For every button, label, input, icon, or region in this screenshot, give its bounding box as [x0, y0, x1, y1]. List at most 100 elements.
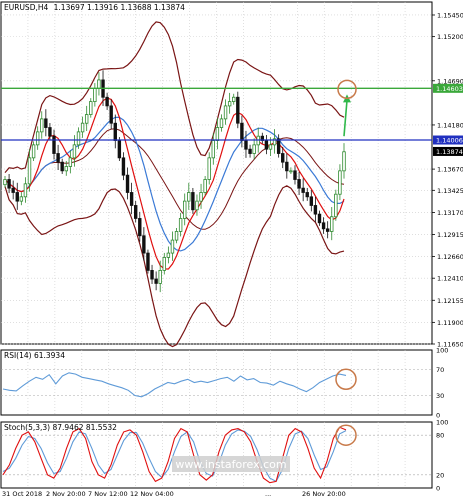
candle-body	[56, 153, 60, 163]
y-tick-label: 1.15200	[437, 33, 463, 41]
candle-body	[240, 122, 244, 141]
candle-body	[84, 114, 89, 124]
candle-body	[35, 131, 40, 146]
candle-body	[276, 138, 281, 154]
price-label-text: 1.14603	[436, 85, 463, 93]
candle-body	[207, 157, 211, 180]
candle-body	[309, 196, 314, 206]
candle-body	[40, 118, 44, 133]
y-tick-label: 1.12660	[437, 253, 463, 261]
x-tick-label: 7 Nov 12:00	[88, 490, 128, 498]
svg-text:www.instaforex.com: www.instaforex.com	[175, 458, 286, 471]
y-tick-label: 1.13170	[437, 209, 463, 217]
rsi-tick-label: 30	[436, 392, 444, 400]
candle-body	[297, 179, 301, 189]
candle-body	[60, 161, 64, 172]
candle-body	[232, 96, 236, 102]
candle-body	[44, 118, 48, 128]
x-tick-label: 31 Oct 2018	[2, 490, 42, 498]
candle-body	[7, 179, 11, 189]
candle-body	[174, 231, 179, 241]
candle-body	[72, 144, 77, 159]
x-tick-label: ...	[265, 490, 271, 498]
candle-body	[27, 157, 32, 185]
candle-body	[211, 140, 216, 159]
y-tick-label: 1.15450	[437, 11, 463, 19]
rsi-tick-label: 70	[436, 366, 444, 374]
candle-body	[93, 88, 97, 102]
candle-body	[138, 218, 142, 237]
main-chart: 1.154501.152001.146901.141801.136701.134…	[0, 0, 463, 500]
candle-body	[3, 179, 7, 186]
x-tick-label: 26 Nov 20:00	[302, 490, 346, 498]
candle-body	[154, 278, 158, 284]
price-label-text: 1.13874	[436, 148, 463, 156]
candle-body	[342, 151, 346, 172]
stoch-tick-label: 20	[436, 471, 444, 479]
candle-body	[338, 170, 342, 195]
candle-body	[248, 148, 252, 154]
candle-body	[121, 157, 126, 176]
y-tick-label: 1.11900	[437, 319, 463, 327]
candle-body	[170, 239, 175, 254]
candle-body	[109, 105, 113, 124]
candle-body	[203, 179, 207, 193]
candle-body	[19, 196, 24, 202]
candle-body	[281, 153, 285, 163]
y-tick-label: 1.13425	[437, 187, 463, 195]
stoch-tick-label: 0	[436, 485, 440, 493]
watermark: www.instaforex.com	[172, 456, 290, 472]
candle-body	[223, 105, 228, 120]
candle-body	[15, 192, 19, 202]
candle-body	[219, 118, 224, 128]
candle-body	[199, 192, 203, 202]
x-tick-label: 2 Nov 20:00	[46, 490, 86, 498]
candle-body	[321, 222, 326, 230]
candle-body	[178, 218, 183, 232]
candle-body	[264, 140, 269, 150]
candle-body	[23, 183, 28, 198]
candle-body	[227, 101, 232, 107]
x-tick-label: 12 Nov 04:00	[130, 490, 174, 498]
candle-body	[162, 257, 166, 271]
candle-body	[183, 200, 187, 219]
y-tick-label: 1.13670	[437, 166, 463, 174]
candle-body	[293, 170, 297, 180]
candle-body	[133, 205, 138, 219]
candle-body	[236, 96, 240, 124]
candle-body	[166, 252, 171, 258]
candle-body	[325, 228, 330, 232]
rsi-tick-label: 100	[436, 347, 448, 355]
candle-body	[334, 193, 338, 218]
candle-body	[285, 161, 289, 172]
symbol-header: EURUSD,H4 1.13697 1.13916 1.13688 1.1387…	[4, 3, 185, 12]
candle-body	[191, 192, 195, 211]
candle-body	[125, 174, 130, 193]
candle-body	[317, 213, 322, 224]
candle-body	[252, 144, 256, 154]
candle-body	[268, 144, 273, 150]
candle-body	[89, 101, 93, 115]
candle-body	[187, 192, 191, 202]
candle-body	[305, 192, 309, 198]
candle-body	[150, 270, 154, 280]
candle-body	[289, 170, 293, 173]
y-tick-label: 1.12915	[437, 231, 463, 239]
candle-body	[64, 166, 68, 172]
candle-body	[76, 131, 81, 146]
price-label-text: 1.14006	[436, 137, 463, 145]
candle-body	[105, 96, 109, 107]
candle-body	[142, 235, 146, 254]
candle-body	[158, 270, 162, 284]
candle-body	[117, 140, 122, 159]
candle-body	[313, 205, 318, 215]
candle-body	[11, 187, 15, 193]
rsi-label: RSI(14) 61.3934	[4, 351, 65, 360]
y-tick-label: 1.12155	[437, 297, 463, 305]
candle-body	[301, 187, 305, 193]
candle-body	[129, 192, 134, 206]
y-tick-label: 1.14180	[437, 121, 463, 129]
candle-body	[48, 127, 52, 137]
candle-body	[52, 135, 56, 154]
stoch-label: Stoch(5,3,3) 87.9462 81.5532	[4, 423, 117, 432]
